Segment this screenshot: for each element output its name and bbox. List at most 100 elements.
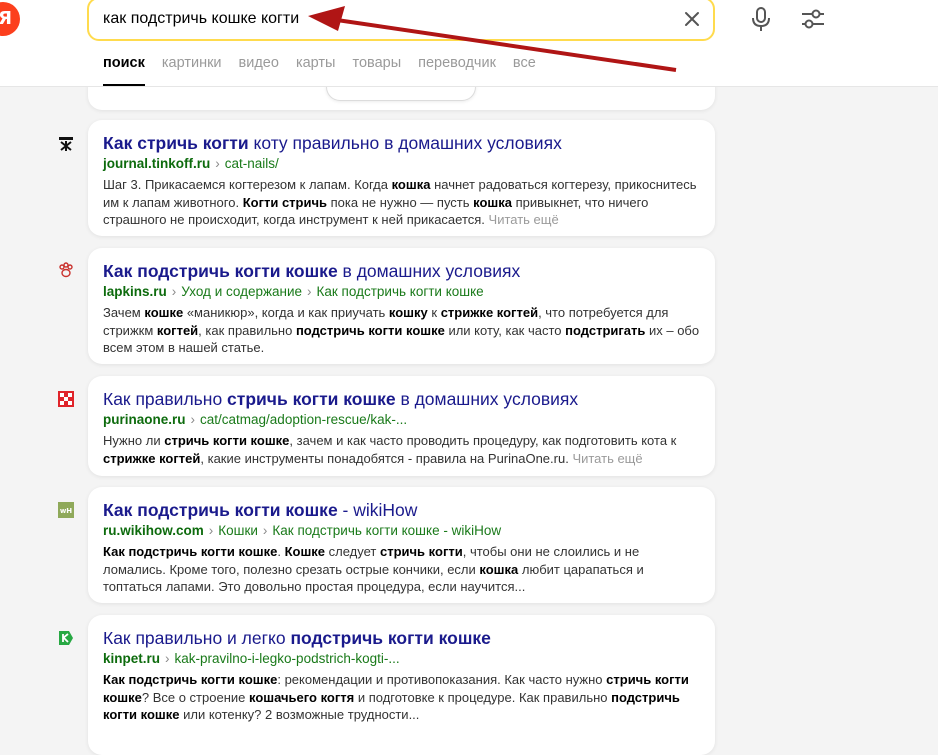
snippet-segment: кошачьего когтя: [248, 689, 355, 705]
result-title-link[interactable]: Как правильно стричь когти кошке в домаш…: [103, 389, 578, 410]
tinkoff-icon: [59, 137, 73, 151]
search-bar[interactable]: как подстричь кошке когти: [87, 0, 715, 41]
result-title-segment: коту правильно в домашних условиях: [248, 133, 562, 153]
breadcrumb-separator: ›: [307, 284, 312, 299]
search-result-card: Как подстричь когти кошке в домашних усл…: [88, 248, 715, 364]
result-url: lapkins.ru › Уход и содержание › Как подстри…: [103, 284, 484, 299]
breadcrumb-separator: ›: [208, 523, 214, 538]
result-title-segment: - wikiHow: [337, 500, 418, 520]
purina-icon: [58, 391, 74, 407]
result-title-segment: в домашних условиях: [337, 261, 521, 281]
result-title-segment: Как подстричь когти кошке: [103, 500, 338, 520]
snippet-segment: подстригать: [565, 322, 646, 338]
search-result-card: Как правильно стричь когти кошке в домаш…: [88, 376, 715, 476]
result-snippet: Шаг 3. Прикасаемся когтерезом к лапам. К…: [103, 176, 701, 229]
search-input[interactable]: как подстричь кошке когти: [103, 10, 299, 28]
result-domain-link[interactable]: kinpet.ru: [103, 651, 160, 666]
tab-video[interactable]: видео: [239, 54, 279, 86]
snippet-segment: следует: [325, 544, 380, 559]
result-snippet: Нужно ли стричь когти кошке, зачем и как…: [103, 432, 701, 467]
result-domain-link[interactable]: ru.wikihow.com: [103, 523, 204, 538]
breadcrumb-separator: ›: [171, 284, 177, 299]
snippet-segment: Когти стричь: [242, 194, 328, 210]
result-title-segment: Как правильно и легко: [103, 628, 291, 648]
svg-text:wH: wH: [60, 507, 72, 515]
snippet-segment: и подготовке к процедуре. Как правильно: [354, 689, 612, 705]
wikihow-icon: wH: [58, 502, 74, 518]
result-path-link[interactable]: Как подстричь когти кошке: [317, 284, 484, 299]
snippet-segment: пока не нужно — пусть: [327, 194, 474, 210]
result-path-link[interactable]: Кошки: [218, 523, 258, 538]
settings-sliders-icon[interactable]: [800, 8, 826, 30]
search-result-card: Как стричь когти коту правильно в домашн…: [88, 120, 715, 236]
search-tabs: поиск картинки видео карты товары переводчик в…: [103, 54, 553, 86]
snippet-segment: Как подстричь когти кошке: [103, 544, 278, 559]
snippet-segment: , зачем и как часто проводить процедуру,…: [289, 433, 677, 448]
result-title-segment: стричь когти кошке: [227, 389, 396, 409]
result-path-link[interactable]: Уход и содержание: [181, 284, 302, 299]
read-more-link[interactable]: Читать ещё: [489, 212, 559, 227]
result-url: journal.tinkoff.ru › cat-nails/: [103, 156, 279, 171]
snippet-segment: Зачем: [103, 305, 145, 320]
breadcrumb-separator: ›: [215, 156, 220, 171]
result-title-link[interactable]: Как подстричь когти кошке - wikiHow: [103, 500, 417, 521]
snippet-segment: подстричь когти кошке: [295, 322, 445, 338]
snippet-segment: кошке: [144, 305, 184, 320]
snippet-segment: кошка: [479, 561, 519, 577]
result-path-link[interactable]: Как подстричь когти кошке - wikiHow: [272, 523, 501, 538]
result-url: kinpet.ru › kak-pravilno-i-legko-podstrich…: [103, 651, 400, 666]
result-title-segment: подстричь когти кошке: [290, 628, 491, 648]
snippet-segment: стрижке когтей: [103, 450, 201, 466]
snippet-segment: .: [277, 544, 285, 559]
breadcrumb-separator: ›: [190, 412, 196, 427]
read-more-link[interactable]: Читать ещё: [572, 451, 642, 466]
snippet-segment: стричь когти: [379, 544, 463, 559]
tab-products[interactable]: товары: [352, 54, 401, 86]
result-path-link[interactable]: cat/catmag/adoption-rescue/kak-...: [200, 412, 407, 427]
result-title-segment: Как правильно: [103, 389, 228, 409]
result-domain-link[interactable]: lapkins.ru: [103, 284, 167, 299]
result-snippet: Как подстричь когти кошке. Кошке следует…: [103, 543, 701, 596]
snippet-segment: стрижке когтей: [440, 305, 539, 320]
snippet-segment: ? Все о строение: [141, 689, 249, 705]
tab-all[interactable]: все: [513, 54, 536, 86]
snippet-segment: Шаг 3. Прикасаемся когтерезом к лапам. К…: [103, 177, 392, 192]
breadcrumb-separator: ›: [165, 651, 170, 666]
result-snippet: Как подстричь когти кошке: рекомендации …: [103, 671, 701, 724]
paw-icon: [59, 262, 73, 278]
breadcrumb-separator: ›: [262, 523, 268, 538]
result-domain-link[interactable]: purinaone.ru: [103, 412, 186, 427]
snippet-segment: кошка: [391, 177, 431, 192]
result-title-link[interactable]: Как стричь когти коту правильно в домашн…: [103, 133, 562, 154]
result-title-segment: в домашних условиях: [395, 389, 579, 409]
result-domain-link[interactable]: journal.tinkoff.ru: [103, 156, 210, 171]
tab-search[interactable]: поиск: [103, 54, 145, 86]
snippet-segment: или коту, как часто: [444, 322, 566, 338]
result-snippet: Зачем кошке «маникюр», когда и как приуч…: [103, 304, 701, 357]
microphone-icon[interactable]: [750, 6, 772, 32]
header: Я как подстричь кошке когти поиск картинк…: [0, 0, 938, 86]
snippet-segment: или котенку? 2 возможные трудности...: [179, 707, 420, 722]
yandex-logo[interactable]: Я: [0, 2, 20, 36]
tab-maps[interactable]: карты: [296, 54, 336, 86]
snippet-segment: Кошке: [284, 544, 326, 559]
kinpet-icon: [59, 631, 73, 645]
snippet-segment: стричь когти кошке: [164, 433, 290, 448]
snippet-segment: когтей: [156, 322, 199, 338]
snippet-segment: , как правильно: [198, 322, 296, 338]
snippet-segment: к: [427, 305, 441, 320]
result-title-segment: Как подстричь когти кошке: [103, 261, 338, 281]
snippet-segment: Нужно ли: [103, 433, 165, 448]
tab-images[interactable]: картинки: [162, 54, 222, 86]
result-path-link[interactable]: cat-nails/: [225, 156, 279, 171]
snippet-segment: Как подстричь когти кошке: [103, 672, 278, 687]
clear-icon[interactable]: [683, 10, 701, 28]
result-url: ru.wikihow.com › Кошки › Как подстричь когти…: [103, 523, 501, 538]
result-path-link[interactable]: kak-pravilno-i-legko-podstrich-kogti-...: [175, 651, 400, 666]
result-title-link[interactable]: Как подстричь когти кошке в домашних усл…: [103, 261, 520, 282]
snippet-segment: : рекомендации и противопоказания. Как ч…: [277, 672, 607, 687]
result-title-link[interactable]: Как правильно и легко подстричь когти ко…: [103, 628, 491, 649]
tab-translator[interactable]: переводчик: [418, 54, 496, 86]
snippet-segment: кошка: [473, 194, 512, 210]
result-title-segment: Как стричь когти: [103, 133, 249, 153]
